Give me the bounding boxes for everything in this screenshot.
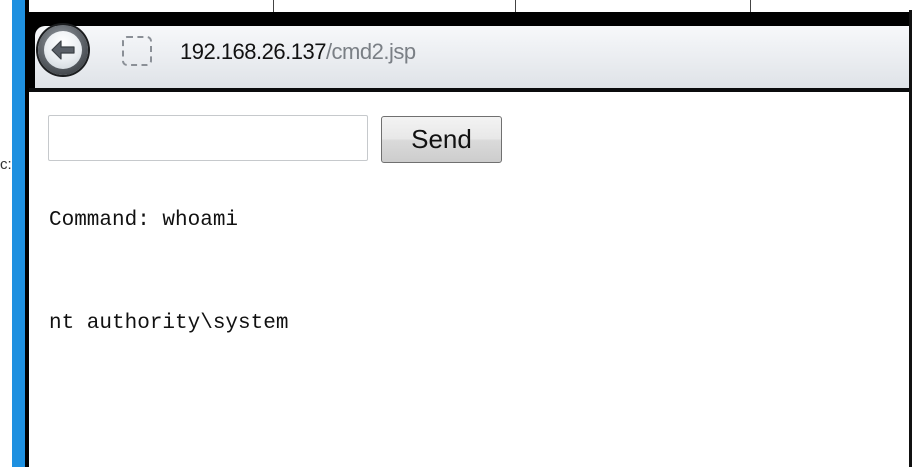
command-output: nt authority\system [49,312,289,335]
back-button[interactable] [38,25,88,75]
command-input[interactable] [48,115,368,161]
frame-divider [273,0,274,12]
url-path: /cmd2.jsp [325,39,416,64]
page-content: Send Command: whoami nt authority\system [29,92,909,467]
browser-toolbar [29,12,909,90]
address-bar[interactable]: 192.168.26.137/cmd2.jsp [180,38,416,66]
frame-divider [750,0,751,12]
url-host: 192.168.26.137 [180,39,326,64]
back-arrow-icon [44,31,82,69]
command-echo: Command: whoami [49,209,239,232]
page-placeholder-icon [122,36,152,66]
address-bar-area [35,26,909,90]
background-window-text: c: [0,156,12,173]
background-window-edge [12,0,25,467]
frame-divider [515,0,516,12]
send-button[interactable]: Send [381,116,502,163]
screenshot-canvas: c: 192.168.26.137/cmd2.jsp Send Command:… [0,0,912,467]
